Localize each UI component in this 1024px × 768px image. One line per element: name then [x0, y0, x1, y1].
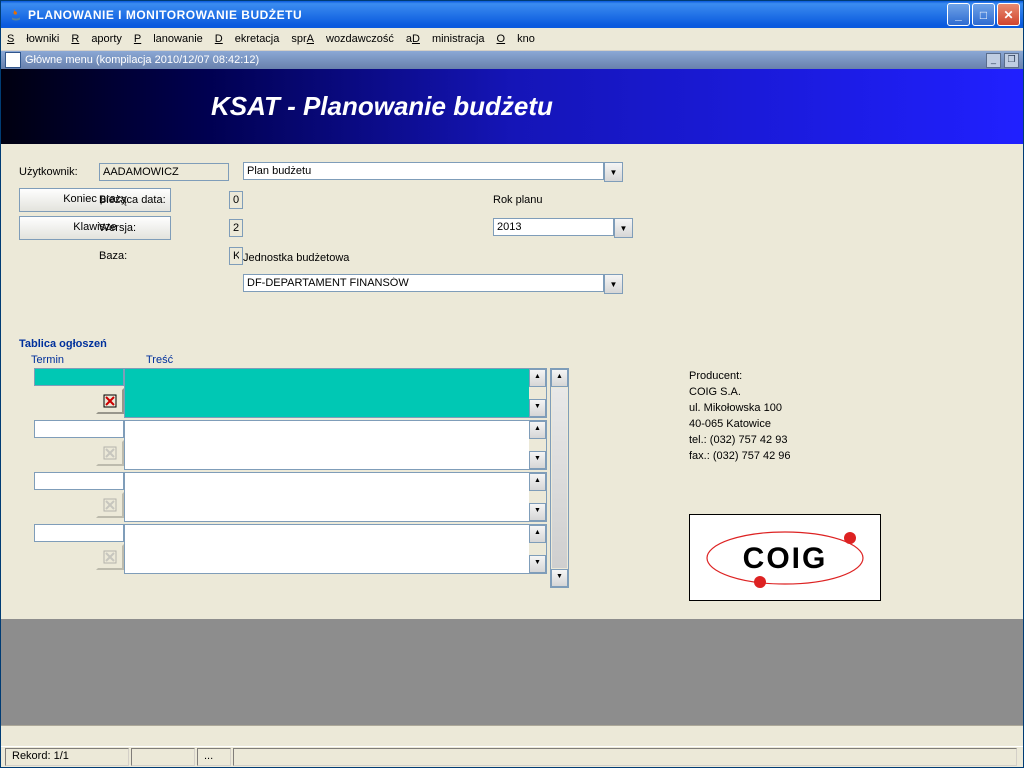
field-plan-budzetu[interactable]	[243, 162, 604, 180]
table-row: ▲▼	[19, 420, 547, 470]
list-scrollbar[interactable]: ▲▼	[550, 368, 569, 588]
dropdown-rok[interactable]: ▼	[614, 218, 633, 238]
header-tresc: Treść	[146, 354, 173, 366]
mdi-restore-button[interactable]: ❐	[1004, 53, 1019, 68]
mdi-minimize-button[interactable]: _	[986, 53, 1001, 68]
termin-input[interactable]	[34, 524, 124, 542]
producer-line: COIG S.A.	[689, 384, 881, 400]
tablica-title: Tablica ogłoszeń	[19, 338, 569, 350]
delete-button	[96, 544, 124, 570]
producer-line: fax.: (032) 757 42 96	[689, 448, 881, 464]
menu-dekretacja[interactable]: Dekretacja	[215, 33, 280, 45]
tresc-textarea[interactable]: ▲▼	[124, 524, 547, 574]
table-row: ▲▼	[19, 524, 547, 574]
delete-button[interactable]	[96, 388, 124, 414]
minimize-button[interactable]: _	[947, 3, 970, 26]
table-row: ▲▼	[19, 472, 547, 522]
label-baza: Baza:	[99, 250, 229, 262]
menubar: Słowniki Raporty Planowanie Dekretacja s…	[1, 28, 1023, 51]
scrollbar-icon[interactable]: ▲▼	[529, 369, 546, 417]
header-termin: Termin	[19, 354, 146, 366]
coig-logo: COIG	[689, 514, 881, 601]
field-uzytkownik	[99, 163, 229, 181]
menu-planowanie[interactable]: Planowanie	[134, 33, 203, 45]
producer-line: Producent:	[689, 368, 881, 384]
menu-administracja[interactable]: aDministracja	[406, 33, 485, 45]
label-biezaca-data: Bieżąca data:	[99, 194, 229, 206]
menu-sprawozdawczosc[interactable]: sprAwozdawczość	[291, 33, 393, 45]
delete-button	[96, 440, 124, 466]
termin-input[interactable]	[34, 420, 124, 438]
termin-input[interactable]	[34, 368, 124, 386]
tablica-ogloszen: Tablica ogłoszeń Termin Treść	[19, 338, 569, 588]
menu-slowniki[interactable]: Słowniki	[7, 33, 59, 45]
scrollbar-icon[interactable]: ▲▼	[529, 525, 546, 573]
dropdown-plan-budzetu[interactable]: ▼	[604, 162, 623, 182]
mdi-title: Główne menu (kompilacja 2010/12/07 08:42…	[25, 54, 259, 66]
java-icon	[8, 7, 24, 23]
scrollbar-icon[interactable]: ▲▼	[529, 473, 546, 521]
label-wersja: Wersja:	[99, 222, 229, 234]
statusbar: Rekord: 1/1 ...	[1, 746, 1023, 767]
table-row: ▲▼	[19, 368, 547, 418]
label-uzytkownik: Użytkownik:	[19, 166, 99, 178]
mdi-titlebar: Główne menu (kompilacja 2010/12/07 08:42…	[1, 51, 1023, 69]
document-icon	[5, 52, 21, 68]
form-panel: Użytkownik: ▼ Koniec pracy Bieżąca data:…	[1, 146, 1023, 619]
menu-raporty[interactable]: Raporty	[71, 33, 122, 45]
label-rok-planu: Rok planu	[493, 194, 845, 206]
menu-okno[interactable]: Okno	[497, 33, 535, 45]
field-wersja	[229, 219, 243, 237]
field-baza	[229, 247, 243, 265]
producer-line: 40-065 Katowice	[689, 416, 881, 432]
field-biezaca-data	[229, 191, 243, 209]
label-jednostka: Jednostka budżetowa	[243, 252, 349, 264]
scrollbar-icon[interactable]: ▲▼	[529, 421, 546, 469]
svg-text:COIG: COIG	[743, 542, 828, 575]
status-dots: ...	[197, 748, 231, 766]
banner-text: KSAT - Planowanie budżetu	[211, 91, 553, 122]
dropdown-jednostka[interactable]: ▼	[604, 274, 623, 294]
field-rok[interactable]	[493, 218, 614, 236]
tresc-textarea[interactable]: ▲▼	[124, 472, 547, 522]
mdi-area: Główne menu (kompilacja 2010/12/07 08:42…	[1, 51, 1023, 725]
close-button[interactable]: ✕	[997, 3, 1020, 26]
status-rekord: Rekord: 1/1	[5, 748, 129, 766]
producer-info: Producent: COIG S.A. ul. Mikołowska 100 …	[689, 368, 881, 601]
window-title: PLANOWANIE I MONITOROWANIE BUDŻETU	[28, 8, 947, 22]
status-cell	[233, 748, 1017, 766]
producer-line: ul. Mikołowska 100	[689, 400, 881, 416]
tresc-textarea[interactable]: ▲▼	[124, 368, 547, 418]
termin-input[interactable]	[34, 472, 124, 490]
app-window: PLANOWANIE I MONITOROWANIE BUDŻETU _ □ ✕…	[0, 0, 1024, 768]
producer-line: tel.: (032) 757 42 93	[689, 432, 881, 448]
status-cell	[131, 748, 195, 766]
separator-bar	[1, 725, 1023, 746]
field-jednostka[interactable]	[243, 274, 604, 292]
titlebar: PLANOWANIE I MONITOROWANIE BUDŻETU _ □ ✕	[1, 1, 1023, 28]
banner: KSAT - Planowanie budżetu	[1, 69, 1023, 146]
delete-button	[96, 492, 124, 518]
maximize-button[interactable]: □	[972, 3, 995, 26]
tresc-textarea[interactable]: ▲▼	[124, 420, 547, 470]
